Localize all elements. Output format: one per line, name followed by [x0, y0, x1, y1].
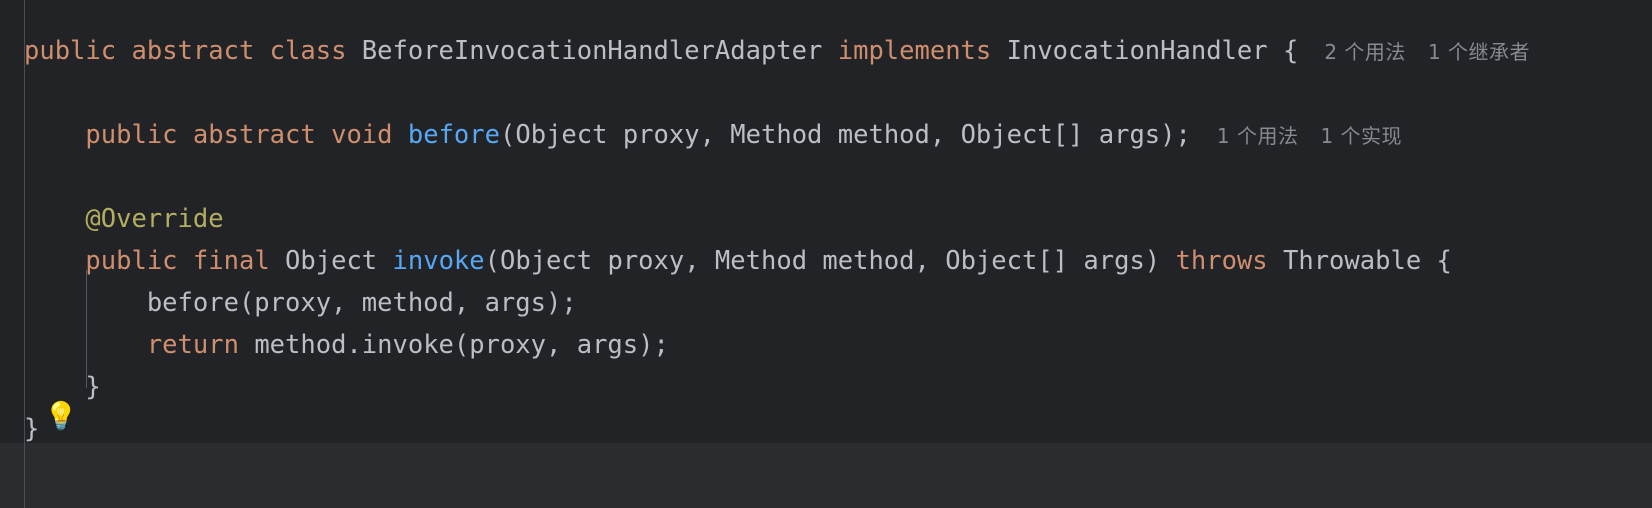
line-close-class[interactable]: }: [24, 408, 39, 450]
token: abstract: [192, 120, 316, 150]
code-text: before(proxy, method, args);: [24, 288, 577, 318]
token: @Override: [85, 204, 224, 234]
lightbulb-icon[interactable]: 💡: [44, 403, 78, 430]
line-invoke-signature[interactable]: public final Object invoke(Object proxy,…: [24, 240, 1452, 282]
token: return: [146, 330, 239, 360]
line-return-invoke[interactable]: return method.invoke(proxy, args);: [24, 324, 669, 366]
token: {: [1282, 36, 1299, 66]
token: public: [85, 120, 178, 150]
token: ): [1144, 246, 1176, 276]
token: }: [24, 414, 40, 444]
code-editor[interactable]: public abstract class BeforeInvocationHa…: [0, 0, 1652, 508]
code-text: }: [24, 372, 101, 402]
codelens-hint[interactable]: 1 个继承者: [1428, 40, 1530, 64]
token: method.invoke(proxy, args);: [254, 330, 669, 360]
token: public: [24, 36, 117, 66]
token: Object: [285, 246, 378, 276]
token: before: [407, 120, 500, 150]
codelens-group: 2 个用法 1 个继承者: [1324, 36, 1530, 66]
token: Object proxy, Method method, Object[] ar…: [515, 120, 1161, 150]
token: implements: [837, 36, 992, 66]
line-call-before[interactable]: before(proxy, method, args);: [24, 282, 577, 324]
code-text: @Override: [24, 204, 224, 234]
codelens-hint[interactable]: 2 个用法: [1324, 40, 1406, 64]
codelens-group: 1 个用法 1 个实现: [1217, 120, 1402, 150]
line-override-annotation[interactable]: @Override: [24, 198, 224, 240]
token: class: [269, 36, 347, 66]
editor-empty-area-below-code[interactable]: [0, 443, 1652, 508]
token: public: [85, 246, 178, 276]
code-text: public abstract void before(Object proxy…: [24, 120, 1191, 150]
token: );: [1160, 120, 1191, 150]
token: InvocationHandler: [1006, 36, 1268, 66]
token: before(proxy, method, args);: [146, 288, 577, 318]
token: }: [85, 372, 101, 402]
token: BeforeInvocationHandlerAdapter: [361, 36, 823, 66]
code-text: return method.invoke(proxy, args);: [24, 330, 669, 360]
token: Object proxy, Method method, Object[] ar…: [500, 246, 1145, 276]
token: abstract: [131, 36, 255, 66]
token: {: [1436, 246, 1452, 276]
code-text: public final Object invoke(Object proxy,…: [24, 246, 1452, 276]
codelens-hint[interactable]: 1 个用法: [1217, 124, 1299, 148]
codelens-hint[interactable]: 1 个实现: [1320, 124, 1402, 148]
line-class-decl[interactable]: public abstract class BeforeInvocationHa…: [24, 30, 1530, 73]
line-abstract-before[interactable]: public abstract void before(Object proxy…: [24, 114, 1402, 157]
token: Throwable: [1283, 246, 1422, 276]
token: (: [484, 246, 500, 276]
token: final: [192, 246, 270, 276]
code-text: public abstract class BeforeInvocationHa…: [24, 36, 1298, 66]
editor-gutter[interactable]: [0, 0, 24, 443]
token: (: [500, 120, 516, 150]
token: void: [331, 120, 393, 150]
code-text: }: [24, 414, 39, 444]
token: invoke: [392, 246, 485, 276]
token: throws: [1175, 246, 1268, 276]
